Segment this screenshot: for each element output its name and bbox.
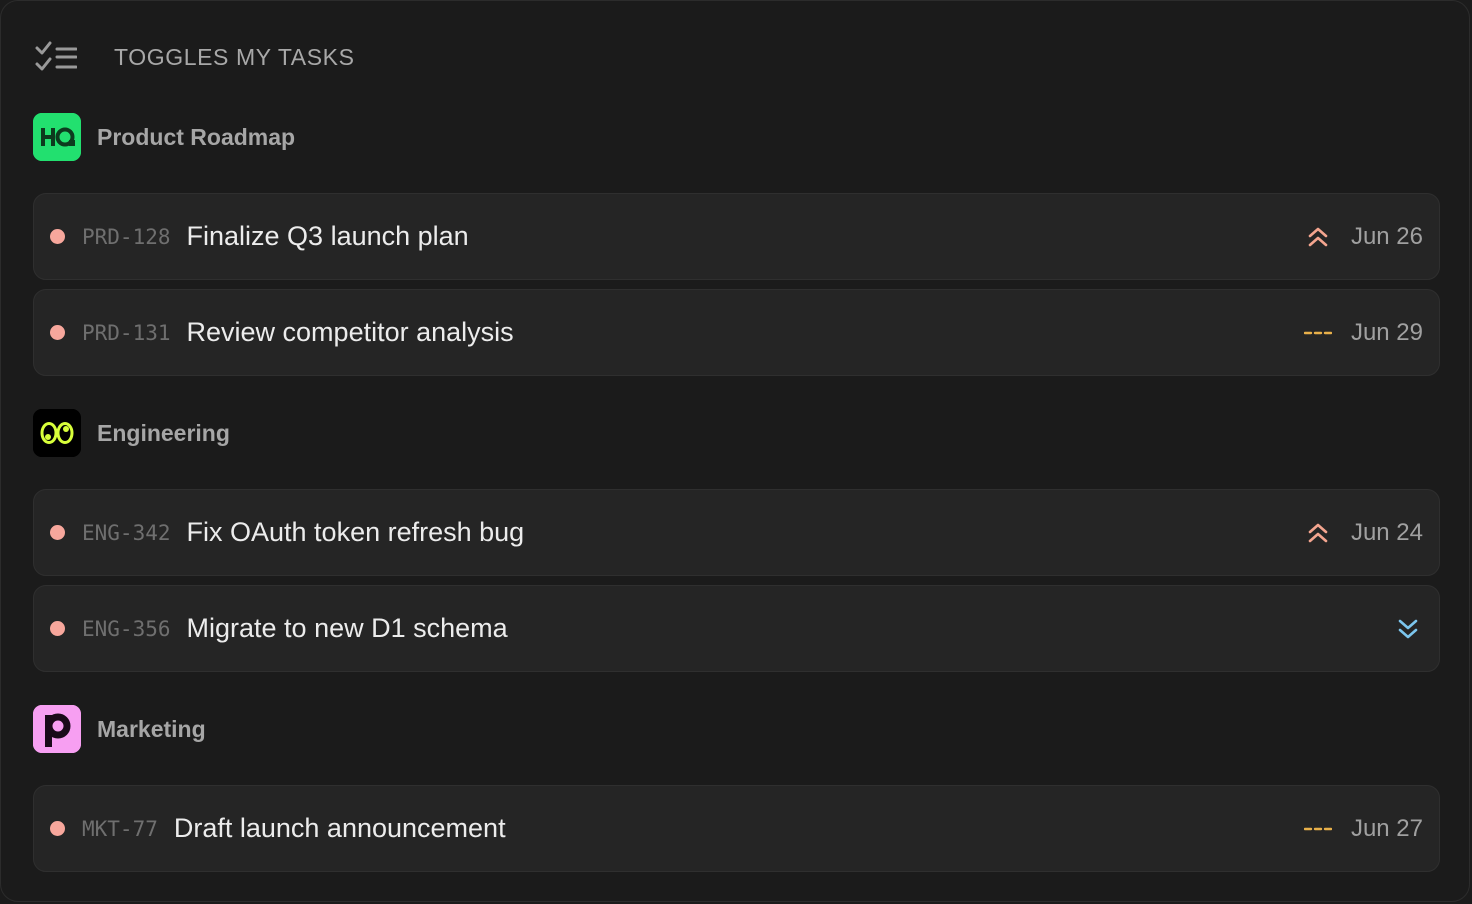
task-title: Fix OAuth token refresh bug — [186, 517, 525, 547]
group-header-product-roadmap[interactable]: Product Roadmap — [33, 113, 295, 161]
panel-header: TOGGLES MY TASKS — [33, 39, 355, 75]
status-dot — [50, 821, 65, 836]
chevrons-down-icon — [1393, 614, 1423, 644]
task-row[interactable]: MKT-77 Draft launch announcement Jun 27 — [33, 785, 1440, 872]
checklist-icon — [33, 40, 78, 74]
due-date: Jun 26 — [1350, 222, 1423, 250]
hq-logo-icon — [33, 113, 81, 161]
due-date: Jun 24 — [1350, 518, 1423, 546]
task-id: PRD-131 — [82, 320, 171, 345]
task-row[interactable]: PRD-128 Finalize Q3 launch plan Jun 26 — [33, 193, 1440, 280]
task-title: Draft launch announcement — [173, 813, 506, 843]
p-logo-icon — [33, 705, 81, 753]
chevrons-up-icon — [1303, 518, 1333, 548]
group-name: Engineering — [97, 419, 230, 446]
task-id: MKT-77 — [82, 816, 158, 841]
task-row[interactable]: ENG-342 Fix OAuth token refresh bug Jun … — [33, 489, 1440, 576]
task-id: ENG-356 — [82, 616, 171, 641]
group-name: Product Roadmap — [97, 123, 296, 150]
panel-title: TOGGLES MY TASKS — [114, 43, 355, 70]
task-id: ENG-342 — [82, 520, 171, 545]
task-row[interactable]: PRD-131 Review competitor analysis Jun 2… — [33, 289, 1440, 376]
group-name: Marketing — [97, 715, 206, 742]
task-id: PRD-128 — [82, 224, 171, 249]
status-dot — [50, 325, 65, 340]
group-header-marketing[interactable]: Marketing — [33, 705, 206, 753]
status-dot — [50, 229, 65, 244]
task-row[interactable]: ENG-356 Migrate to new D1 schema — [33, 585, 1440, 672]
task-title: Review competitor analysis — [186, 317, 514, 347]
task-title: Migrate to new D1 schema — [186, 613, 508, 643]
status-dot — [50, 621, 65, 636]
eyes-logo-icon — [33, 409, 81, 457]
group-header-engineering[interactable]: Engineering — [33, 409, 230, 457]
status-dot — [50, 525, 65, 540]
due-date: Jun 27 — [1350, 814, 1423, 842]
dashes-icon — [1303, 318, 1333, 348]
task-title: Finalize Q3 launch plan — [186, 221, 469, 251]
dashes-icon — [1303, 814, 1333, 844]
my-tasks-panel: TOGGLES MY TASKS Product Roadmap PRD-128… — [0, 0, 1470, 902]
due-date: Jun 29 — [1350, 318, 1423, 346]
chevrons-up-icon — [1303, 222, 1333, 252]
